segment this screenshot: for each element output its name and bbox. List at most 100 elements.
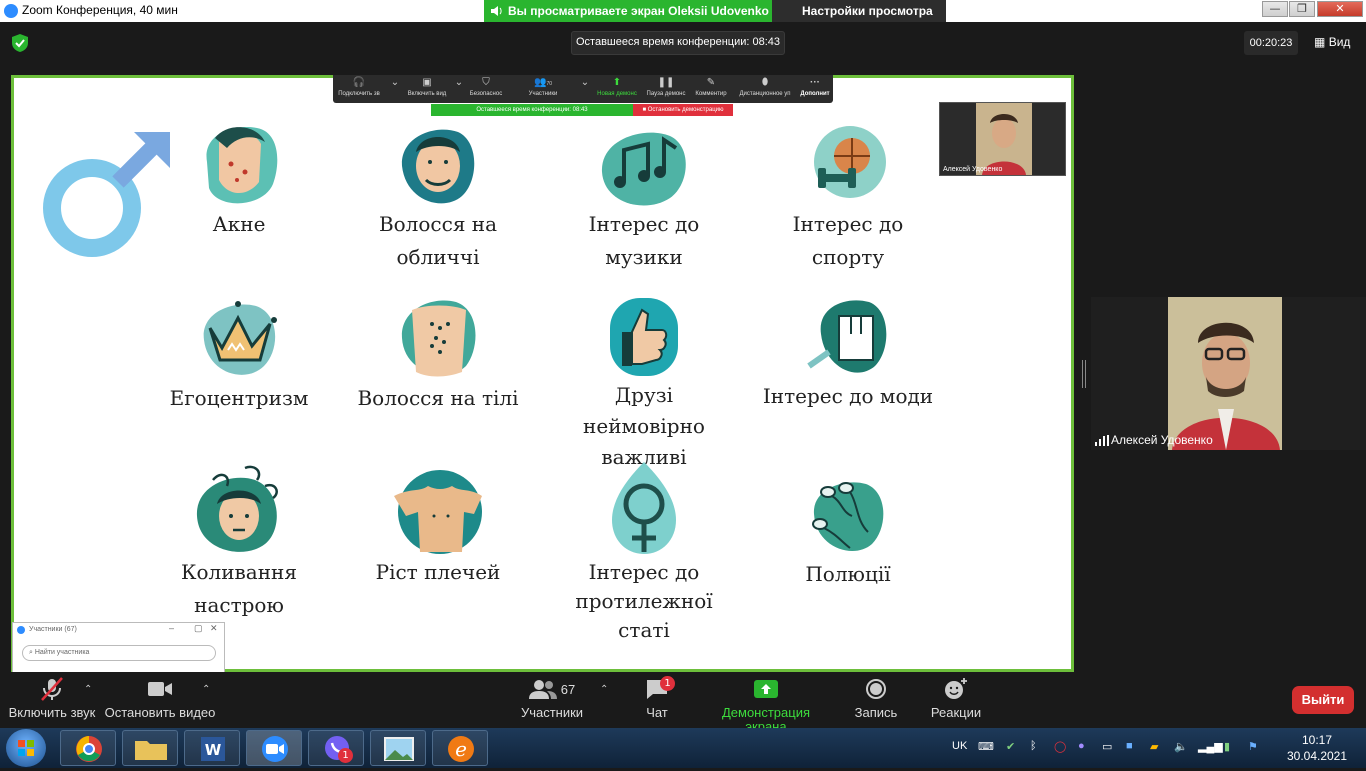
view-label: Вид bbox=[1328, 35, 1351, 49]
close-button[interactable]: ✕ bbox=[1317, 1, 1363, 17]
share-screen-button[interactable]: Демонстрация экрана bbox=[700, 672, 832, 734]
stop-video-label: Остановить видео bbox=[104, 705, 216, 720]
share-screen-icon bbox=[754, 680, 778, 698]
security-button[interactable]: ⛉ Безопаснос bbox=[465, 75, 507, 103]
tile-egocentrism: Егоцентризм bbox=[149, 294, 329, 415]
reactions-button[interactable]: Реакции bbox=[928, 672, 984, 728]
audio-options-caret[interactable]: ⌃ bbox=[84, 684, 92, 695]
stop-share-button[interactable]: ■ Остановить демонстрацию bbox=[633, 104, 733, 116]
language-indicator[interactable]: UK bbox=[952, 740, 967, 752]
display-icon[interactable]: ▭ bbox=[1102, 740, 1112, 753]
viber-unread-badge: 1 bbox=[338, 748, 353, 763]
participants-icon bbox=[528, 680, 557, 699]
chevron-down-icon: ⌄ bbox=[454, 77, 464, 88]
music-notes-icon bbox=[601, 132, 686, 206]
taskbar-explorer[interactable] bbox=[122, 730, 178, 766]
share-banner-text: Вы просматриваете экран Oleksii Udovenko bbox=[508, 4, 769, 18]
view-settings-label: Настройки просмотра bbox=[802, 4, 933, 18]
zoom-app-icon bbox=[4, 4, 18, 18]
tile-opposite-sex: Інтерес до протилежної статі bbox=[554, 460, 734, 645]
start-video-button[interactable]: ▣ Включить вид bbox=[401, 75, 453, 103]
record-icon bbox=[866, 679, 886, 699]
tile-body-hair: Волосся на тілі bbox=[348, 294, 528, 415]
join-audio-button[interactable]: 🎧 Подключить зв bbox=[333, 75, 385, 103]
tile-label: Акне bbox=[212, 212, 266, 236]
action-center-flag-icon[interactable]: ⚑ bbox=[1248, 740, 1258, 753]
video-camera-icon bbox=[148, 682, 172, 696]
tile-sport: Інтерес до спорту bbox=[758, 122, 938, 274]
folder-tray-icon[interactable]: ▰ bbox=[1150, 740, 1158, 753]
pause-share-button[interactable]: ❚❚ Пауза демонс bbox=[643, 75, 689, 103]
annotate-button[interactable]: ✎ Комментир bbox=[691, 75, 731, 103]
maximize-button[interactable]: ❐ bbox=[1289, 1, 1315, 17]
participants-caret[interactable]: ⌄ bbox=[579, 75, 591, 103]
video-options-caret[interactable]: ⌃ bbox=[202, 684, 210, 695]
windows-logo-icon bbox=[18, 740, 34, 756]
view-settings-dropdown[interactable]: Настройки просмотра ⌄ bbox=[772, 0, 946, 32]
panel-resize-handle[interactable] bbox=[1082, 360, 1086, 388]
speaker-icon bbox=[491, 6, 502, 16]
signal-strength-icon bbox=[1095, 435, 1109, 446]
headphones-icon: 🎧 bbox=[352, 77, 366, 88]
participants-window-title: Участники (67) bbox=[29, 626, 77, 633]
opera-icon[interactable]: ◯ bbox=[1054, 740, 1066, 753]
view-button[interactable]: ▦ Вид bbox=[1314, 35, 1350, 49]
start-button[interactable] bbox=[6, 729, 46, 767]
minimize-icon[interactable]: – bbox=[169, 623, 174, 633]
sb-label: Участники bbox=[528, 91, 558, 97]
video-caret[interactable]: ⌄ bbox=[453, 75, 465, 103]
tile-label: Інтерес до спорту bbox=[792, 212, 904, 269]
tile-label: Волосся на обличчі bbox=[378, 212, 498, 269]
maximize-icon[interactable]: ▢ bbox=[194, 623, 203, 634]
sperm-icon bbox=[812, 482, 884, 552]
encryption-shield-icon[interactable] bbox=[12, 34, 28, 52]
chevron-down-icon: ⌄ bbox=[390, 77, 400, 88]
sb-label: Подключить зв bbox=[338, 91, 380, 97]
taskbar-chrome[interactable] bbox=[60, 730, 116, 766]
audio-caret[interactable]: ⌄ bbox=[389, 75, 401, 103]
svg-text:W: W bbox=[205, 741, 222, 759]
pause-icon: ❚❚ bbox=[657, 77, 675, 88]
participants-toolbar-button[interactable]: 67 Участники bbox=[518, 672, 586, 728]
chevron-down-icon: ⌄ bbox=[580, 77, 590, 88]
minimize-button[interactable]: — bbox=[1262, 1, 1288, 17]
self-video-thumbnail[interactable]: Алексей Удовенко bbox=[939, 102, 1066, 176]
security-check-icon[interactable]: ✔ bbox=[1006, 740, 1015, 753]
tile-label: Полюції bbox=[805, 562, 891, 586]
new-share-button[interactable]: ⬆ Новая демонс bbox=[593, 75, 641, 103]
taskbar-edge-legacy[interactable]: e bbox=[432, 730, 488, 766]
remote-control-button[interactable]: ⬮ Дистанционное уп bbox=[733, 75, 797, 103]
tile-label: Інтерес до протилежної статі bbox=[575, 560, 713, 642]
search-placeholder: Найти участника bbox=[34, 649, 90, 656]
taskbar-zoom[interactable] bbox=[246, 730, 302, 766]
taskbar-photos[interactable] bbox=[370, 730, 426, 766]
viber-tray-icon[interactable]: ● bbox=[1078, 740, 1085, 752]
zoom-tray-icon[interactable]: ■ bbox=[1126, 740, 1133, 752]
participants-button[interactable]: 👥70 Участники bbox=[519, 75, 567, 103]
close-icon[interactable]: ✕ bbox=[210, 623, 218, 634]
participant-search-input[interactable]: ⌕ Найти участника bbox=[22, 645, 216, 661]
clock-time: 10:17 bbox=[1301, 733, 1333, 747]
bluetooth-icon[interactable]: ᛒ bbox=[1030, 740, 1037, 752]
leave-meeting-button[interactable]: Выйти bbox=[1292, 686, 1354, 714]
battery-icon[interactable]: ▮ bbox=[1224, 740, 1230, 753]
unmute-button[interactable]: Включить звук bbox=[8, 672, 96, 728]
volume-icon[interactable]: 🔈 bbox=[1174, 740, 1188, 753]
taskbar-clock[interactable]: 10:17 30.04.2021 bbox=[1274, 732, 1360, 764]
keyboard-icon[interactable]: ⌨ bbox=[978, 740, 994, 753]
network-signal-icon[interactable]: ▂▄▆ bbox=[1198, 740, 1223, 753]
elapsed-timer: 00:20:23 bbox=[1244, 31, 1298, 55]
remaining-time-label: Оставшееся время конференции: 08:43 bbox=[571, 31, 785, 55]
stop-share-label: Остановить демонстрацию bbox=[647, 107, 724, 113]
tile-label: Ріст плечей bbox=[375, 560, 501, 584]
more-button[interactable]: ··· Дополнит bbox=[797, 75, 833, 103]
taskbar-word[interactable]: W bbox=[184, 730, 240, 766]
participants-options-caret[interactable]: ⌃ bbox=[600, 684, 608, 695]
stop-video-button[interactable]: Остановить видео bbox=[104, 672, 216, 728]
female-symbol-icon bbox=[612, 462, 676, 554]
mic-muted-icon bbox=[41, 677, 63, 701]
record-button[interactable]: Запись bbox=[850, 672, 902, 728]
taskbar-viber[interactable] bbox=[308, 730, 364, 766]
zoom-app-icon bbox=[17, 626, 25, 634]
speaker-video[interactable]: Алексей Удовенко bbox=[1091, 297, 1366, 450]
